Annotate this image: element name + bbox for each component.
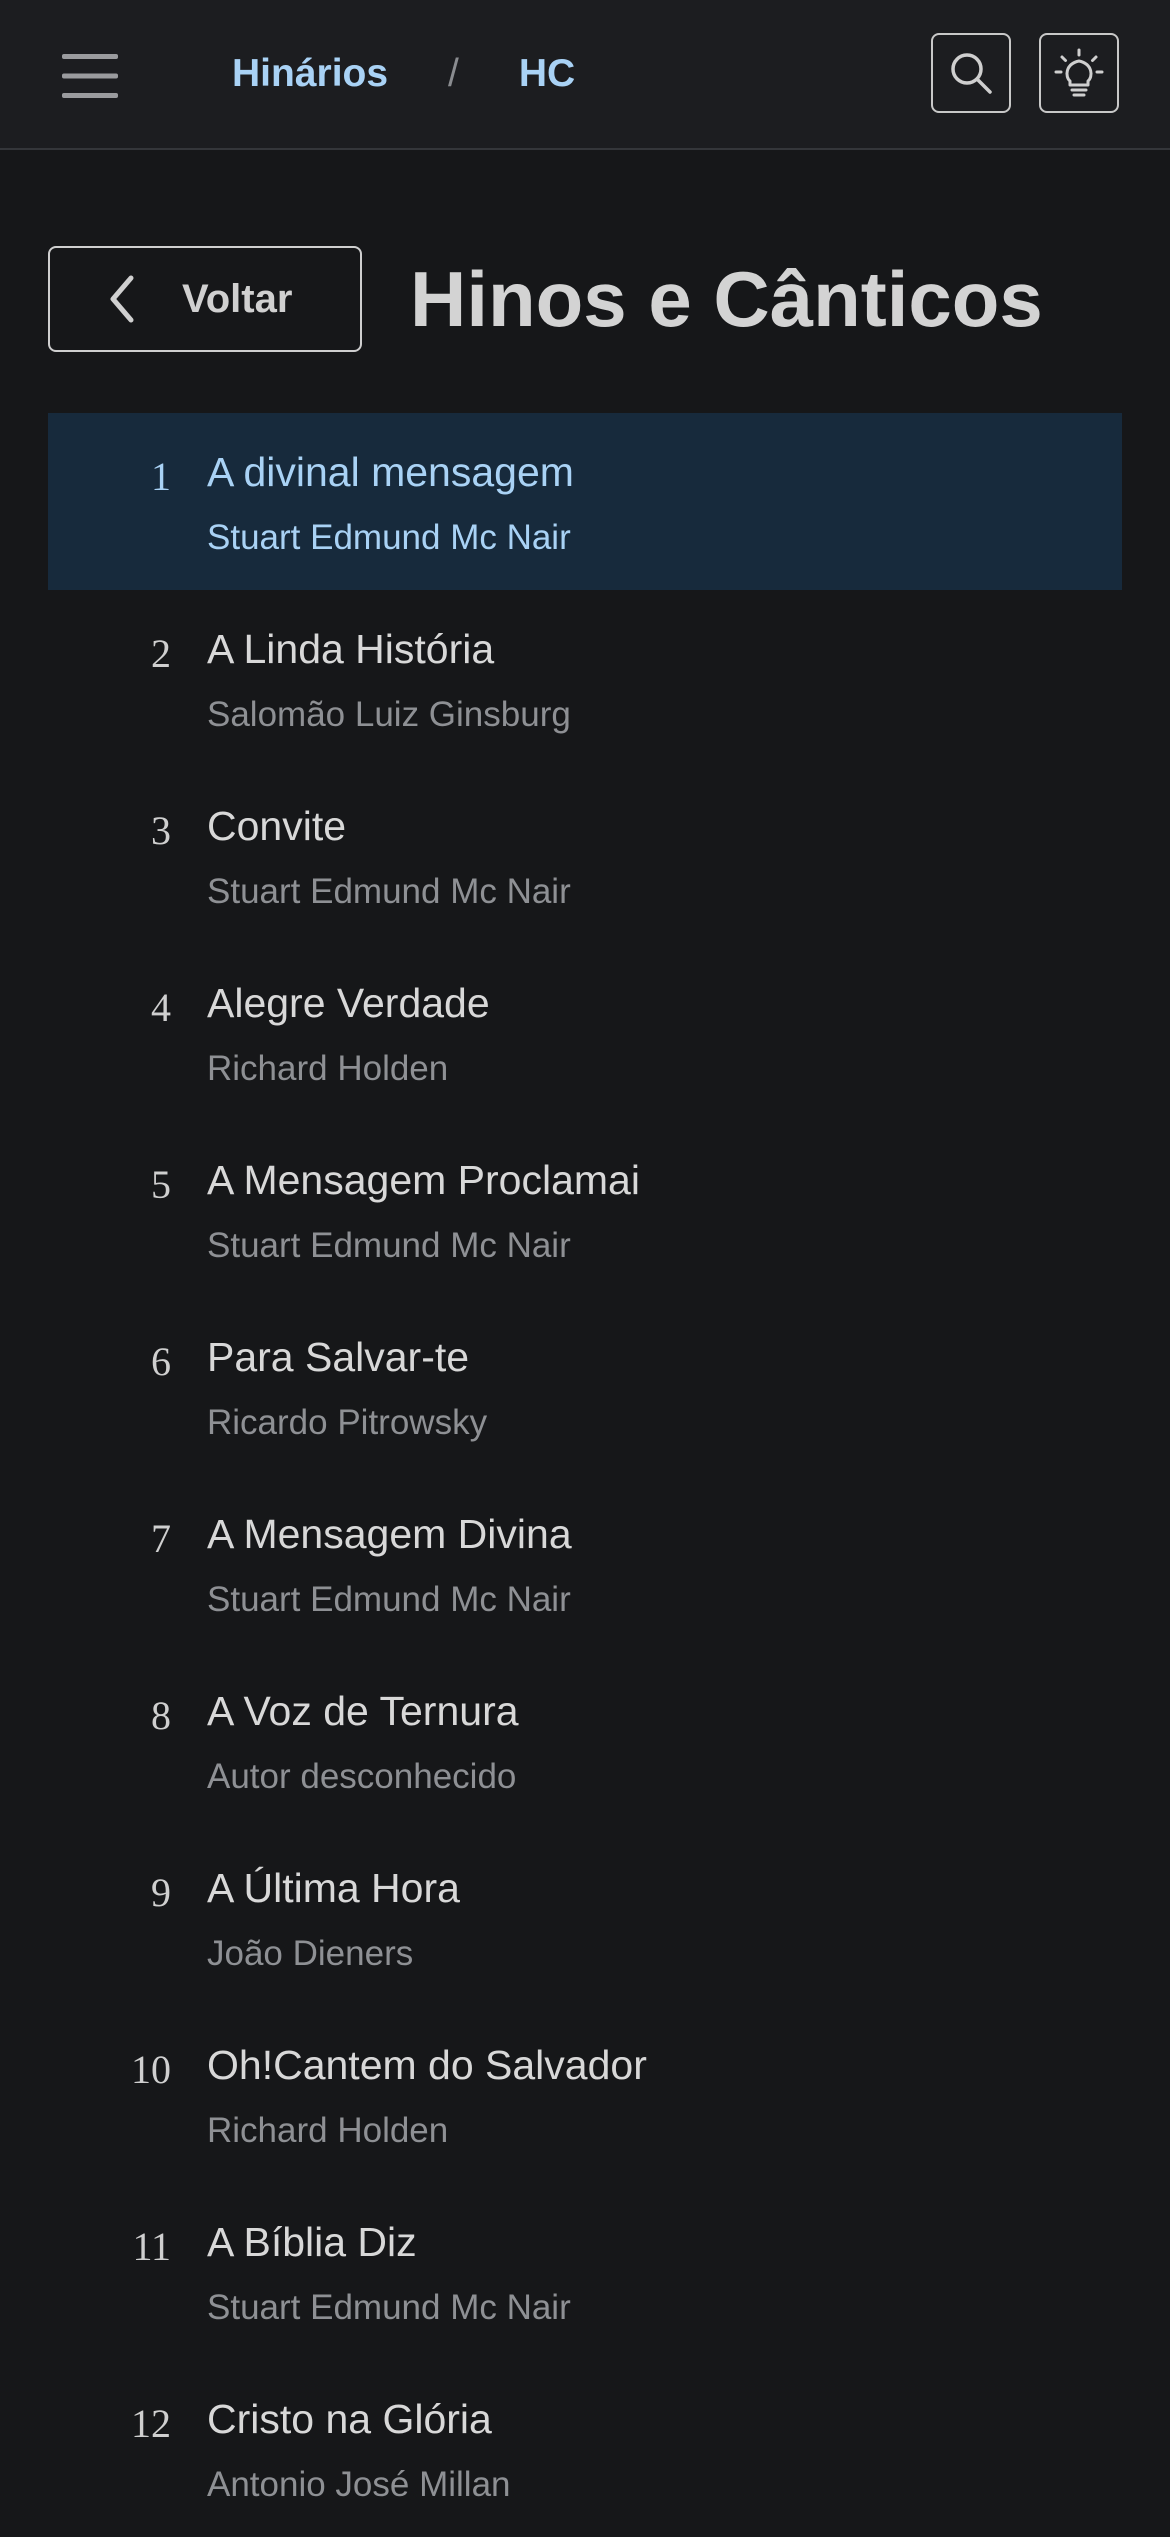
page-header: Voltar Hinos e Cânticos: [48, 246, 1122, 354]
menu-button[interactable]: [50, 40, 130, 112]
hymn-number: 9: [151, 1870, 171, 1915]
hymn-number: 6: [151, 1339, 171, 1384]
breadcrumb: Hinários / HC: [232, 0, 575, 148]
hymn-number: 11: [132, 2224, 171, 2269]
hymn-list-item[interactable]: 11 A Bíblia Diz Stuart Edmund Mc Nair: [48, 2183, 1122, 2360]
hymn-title: A Linda História: [207, 626, 495, 672]
hymn-author: Richard Holden: [207, 1049, 449, 1088]
hymn-title: Cristo na Glória: [207, 2396, 492, 2442]
hymn-list-item[interactable]: 7 A Mensagem Divina Stuart Edmund Mc Nair: [48, 1475, 1122, 1652]
hymn-list: 1 A divinal mensagem Stuart Edmund Mc Nair…: [48, 413, 1122, 2537]
lightbulb-icon: [1054, 48, 1104, 97]
search-button[interactable]: [931, 33, 1011, 113]
hymn-title: A divinal mensagem: [207, 449, 574, 495]
hymn-title: Alegre Verdade: [207, 980, 490, 1026]
hymn-author: Stuart Edmund Mc Nair: [207, 518, 571, 557]
top-app-bar: Hinários / HC: [0, 0, 1170, 150]
hymn-title: A Voz de Ternura: [207, 1688, 519, 1734]
hymn-list-item[interactable]: 12 Cristo na Glória Antonio José Millan: [48, 2360, 1122, 2537]
hymn-title: A Mensagem Proclamai: [207, 1157, 640, 1203]
hymn-list-item[interactable]: 6 Para Salvar-te Ricardo Pitrowsky: [48, 1298, 1122, 1475]
hymn-title: Oh!Cantem do Salvador: [207, 2042, 647, 2088]
hymn-number: 1: [151, 454, 171, 499]
chevron-left-icon: [102, 274, 142, 324]
hamburger-menu-icon: [62, 54, 118, 98]
breadcrumb-separator: /: [448, 52, 459, 95]
hymn-number: 4: [151, 985, 171, 1030]
page-title: Hinos e Cânticos: [410, 255, 1043, 343]
hymn-author: Stuart Edmund Mc Nair: [207, 1580, 571, 1619]
hymn-list-item[interactable]: 2 A Linda História Salomão Luiz Ginsburg: [48, 590, 1122, 767]
hymn-author: Autor desconhecido: [207, 1757, 517, 1796]
hymn-list-item[interactable]: 3 Convite Stuart Edmund Mc Nair: [48, 767, 1122, 944]
hymn-author: Salomão Luiz Ginsburg: [207, 695, 571, 734]
back-button-label: Voltar: [182, 276, 293, 321]
breadcrumb-hinarios-link[interactable]: Hinários: [232, 52, 388, 96]
hymn-title: Para Salvar-te: [207, 1334, 470, 1380]
search-icon: [951, 53, 992, 94]
hymn-author: Stuart Edmund Mc Nair: [207, 2288, 571, 2327]
hymn-list-item[interactable]: 4 Alegre Verdade Richard Holden: [48, 944, 1122, 1121]
hymn-number: 3: [151, 808, 171, 853]
hymn-list-item[interactable]: 10 Oh!Cantem do Salvador Richard Holden: [48, 2006, 1122, 2183]
hymn-number: 8: [151, 1693, 171, 1738]
hymn-list-item[interactable]: 9 A Última Hora João Dieners: [48, 1829, 1122, 2006]
hymn-author: Antonio José Millan: [207, 2465, 511, 2504]
hymn-title: A Bíblia Diz: [207, 2219, 417, 2265]
hymn-author: Stuart Edmund Mc Nair: [207, 1226, 571, 1265]
hymn-author: Richard Holden: [207, 2111, 449, 2150]
back-button[interactable]: Voltar: [48, 246, 362, 352]
hymn-number: 12: [131, 2401, 171, 2446]
hymn-title: A Mensagem Divina: [207, 1511, 572, 1557]
hymn-number: 2: [151, 631, 171, 676]
hymn-number: 10: [131, 2047, 171, 2092]
hymn-list-item[interactable]: 8 A Voz de Ternura Autor desconhecido: [48, 1652, 1122, 1829]
hymn-list-item[interactable]: 5 A Mensagem Proclamai Stuart Edmund Mc Na…: [48, 1121, 1122, 1298]
theme-toggle-button[interactable]: [1039, 33, 1119, 113]
hymn-number: 5: [151, 1162, 171, 1207]
hymn-list-item[interactable]: 1 A divinal mensagem Stuart Edmund Mc Nair: [48, 413, 1122, 590]
breadcrumb-current-hc[interactable]: HC: [519, 52, 575, 96]
hymn-author: Stuart Edmund Mc Nair: [207, 872, 571, 911]
hymn-title: A Última Hora: [207, 1865, 460, 1911]
hymn-author: João Dieners: [207, 1934, 414, 1973]
hymn-title: Convite: [207, 803, 347, 849]
hymn-author: Ricardo Pitrowsky: [207, 1403, 488, 1442]
hymn-number: 7: [151, 1516, 171, 1561]
